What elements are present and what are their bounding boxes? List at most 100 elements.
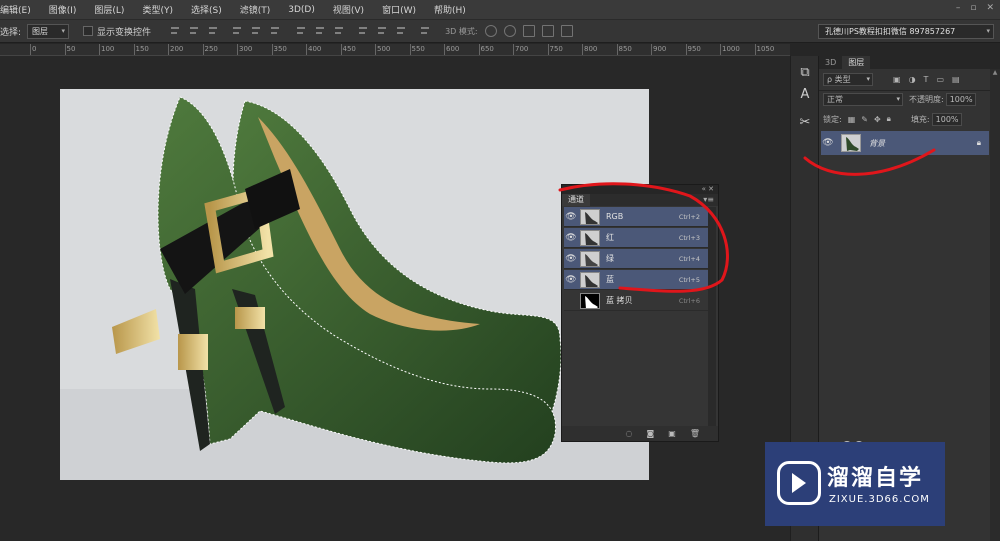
channel-thumbnail [580, 229, 600, 246]
layer-row-background[interactable]: 👁︎ 背景 🔒︎ [821, 131, 989, 155]
channel-shortcut: Ctrl+3 [678, 233, 700, 242]
channel-shortcut: Ctrl+2 [678, 212, 700, 221]
tab-layers[interactable]: 图层 [842, 56, 871, 69]
menu-3d[interactable]: 3D(D) [288, 5, 323, 15]
filter-smart-icon[interactable]: ▤ [952, 75, 960, 84]
distribute-top-icon[interactable] [295, 25, 308, 37]
distribute-bottom-icon[interactable] [333, 25, 346, 37]
maximize-icon[interactable]: ▫ [970, 3, 976, 13]
channel-row-green[interactable]: 👁︎ 绿 Ctrl+4 [564, 249, 708, 269]
distribute-left-icon[interactable] [357, 25, 370, 37]
save-selection-icon[interactable]: ◙ [647, 429, 655, 438]
align-bottom-icon[interactable] [207, 25, 220, 37]
blend-mode-dropdown[interactable]: 正常 ▾ [823, 92, 903, 106]
channels-panel: « ✕ 通道 ▾≡ 👁︎ RGB Ctrl+2 👁︎ 红 Ctrl+3 👁︎ 绿… [561, 184, 719, 442]
lock-label: 锁定: [823, 114, 842, 124]
channels-scrollbar[interactable] [708, 207, 716, 427]
ruler-label: 550 [411, 45, 425, 53]
show-transform-label: 显示变换控件 [97, 27, 152, 38]
collapse-close-icon[interactable]: « ✕ [702, 185, 714, 193]
filter-pixel-icon[interactable]: ▣ [893, 75, 901, 84]
close-icon[interactable]: ✕ [986, 3, 994, 13]
scroll-up-icon[interactable]: ▲ [990, 69, 1000, 76]
align-right-icon[interactable] [269, 25, 282, 37]
workspace-value: 孔德川PS教程扣扣微信 897857267 [825, 27, 956, 36]
layer-filter-dropdown[interactable]: ρ 类型 ▾ [823, 72, 873, 86]
menu-view[interactable]: 视图(V) [333, 3, 372, 16]
menu-help[interactable]: 帮助(H) [434, 3, 474, 16]
channel-row-red[interactable]: 👁︎ 红 Ctrl+3 [564, 228, 708, 248]
fill-field[interactable]: 100% [931, 112, 962, 126]
ruler-tick [685, 44, 687, 55]
lock-all-icon[interactable]: 🔒︎ [887, 114, 891, 124]
opacity-field[interactable]: 100% [945, 92, 976, 106]
align-top-icon[interactable] [169, 25, 182, 37]
channel-row-rgb[interactable]: 👁︎ RGB Ctrl+2 [564, 207, 708, 227]
distribute-hcenter-icon[interactable] [376, 25, 389, 37]
channel-thumbnail [580, 292, 600, 309]
tab-channels[interactable]: 通道 [562, 194, 590, 206]
filter-type-icon[interactable]: T [924, 75, 929, 84]
ruler-tick [409, 44, 411, 55]
align-left-icon[interactable] [231, 25, 244, 37]
filter-adjust-icon[interactable]: ◑ [909, 75, 916, 84]
panel-menu-icon[interactable]: ▾≡ [703, 195, 714, 204]
3d-roll-icon[interactable] [503, 25, 516, 37]
eye-icon[interactable]: 👁︎ [564, 275, 578, 285]
3d-pan-icon[interactable] [522, 25, 535, 37]
channel-row-blue[interactable]: 👁︎ 蓝 Ctrl+5 [564, 270, 708, 290]
3d-rotate-icon[interactable] [484, 25, 497, 37]
horizontal-ruler[interactable]: 0 50 100 150 200 250 300 350 400 450 500 550 600 650 7… [0, 44, 790, 56]
lock-pixels-icon[interactable]: ▦ [848, 115, 856, 124]
ruler-tick [340, 44, 342, 55]
workspace-dropdown[interactable]: 孔德川PS教程扣扣微信 897857267 ▾ [818, 24, 994, 39]
distribute-vcenter-icon[interactable] [314, 25, 327, 37]
menu-image[interactable]: 图像(I) [49, 3, 85, 16]
align-vcenter-icon[interactable] [188, 25, 201, 37]
menu-type[interactable]: 类型(Y) [142, 3, 181, 16]
eye-icon[interactable]: 👁︎ [564, 233, 578, 243]
menu-select[interactable]: 选择(S) [191, 3, 230, 16]
ruler-tick [444, 44, 445, 55]
delete-icon[interactable]: 🗑︎ [690, 429, 700, 438]
lock-paint-icon[interactable]: ✎ [861, 115, 868, 124]
3d-scale-icon[interactable] [560, 25, 573, 37]
ruler-tick [64, 44, 66, 55]
eye-icon[interactable]: 👁︎ [564, 254, 578, 264]
menu-window[interactable]: 窗口(W) [382, 3, 424, 16]
3d-slide-icon[interactable] [541, 25, 554, 37]
load-selection-icon[interactable]: ◌ [626, 429, 633, 438]
filter-shape-icon[interactable]: ▭ [936, 75, 944, 84]
auto-select-value: 图层 [32, 26, 49, 36]
layer-name[interactable]: 背景 [869, 138, 885, 149]
ruler-tick [513, 44, 514, 55]
layers-scrollbar[interactable]: ▲ [990, 69, 1000, 541]
eye-icon[interactable]: 👁︎ [564, 212, 578, 222]
menu-layer[interactable]: 图层(L) [94, 3, 132, 16]
eye-icon[interactable]: 👁︎ [821, 138, 835, 148]
opacity-value: 100% [949, 94, 973, 104]
auto-align-icon[interactable] [419, 25, 432, 37]
character-panel-icon[interactable]: A [793, 84, 817, 106]
menu-edit[interactable]: 编辑(E) [0, 3, 39, 16]
3d-mode-label: 3D 模式: [445, 26, 478, 36]
eye-icon[interactable]: 👁︎ [564, 296, 578, 306]
auto-select-dropdown[interactable]: 图层 ▾ [27, 23, 70, 39]
tab-3d[interactable]: 3D [819, 56, 842, 69]
history-panel-icon[interactable]: ⧉ [793, 62, 817, 84]
channel-row-blue-copy[interactable]: 👁︎ 蓝 拷贝 Ctrl+6 [564, 291, 708, 311]
channel-name: 蓝 拷贝 [606, 296, 633, 305]
new-channel-icon[interactable]: ▣ [668, 429, 676, 438]
options-bar: 选择: 图层 ▾ 显示变换控件 3D 模式: 孔德川PS教程扣扣微信 897857… [0, 20, 1000, 43]
show-transform-checkbox[interactable] [83, 26, 94, 36]
minimize-icon[interactable]: – [956, 3, 961, 13]
distribute-right-icon[interactable] [395, 25, 408, 37]
ruler-label: 600 [446, 45, 460, 53]
align-hcenter-icon[interactable] [250, 25, 263, 37]
ruler-label: 200 [170, 45, 184, 53]
ruler-label: 350 [273, 45, 287, 53]
opacity-label: 不透明度: [909, 94, 944, 104]
menu-filter[interactable]: 滤镜(T) [240, 3, 279, 16]
lock-move-icon[interactable]: ✥ [874, 115, 881, 124]
tools-panel-icon[interactable]: ✂ [793, 112, 817, 134]
